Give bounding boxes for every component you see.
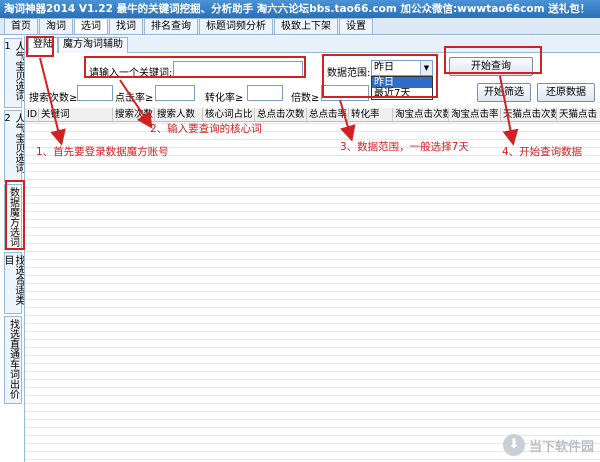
watermark-text: 当下软件园	[528, 439, 594, 455]
annotation-step-4: 4、开始查询数据	[502, 146, 583, 158]
arrow-1	[39, 57, 66, 146]
arrow-3	[339, 99, 356, 142]
annotation-step-2: 2、输入要查询的核心词	[150, 123, 262, 135]
download-icon: ⬇	[502, 434, 525, 456]
arrow-4	[499, 75, 519, 146]
watermark: ⬇ 当下软件园	[502, 434, 594, 456]
annotation-step-3: 3、数据范围，一般选择7天	[340, 141, 469, 153]
annotation-arrows	[39, 57, 519, 146]
arrow-2	[119, 79, 153, 129]
annotation-step-1: 1、首先要登录数据魔方账号	[36, 146, 169, 158]
